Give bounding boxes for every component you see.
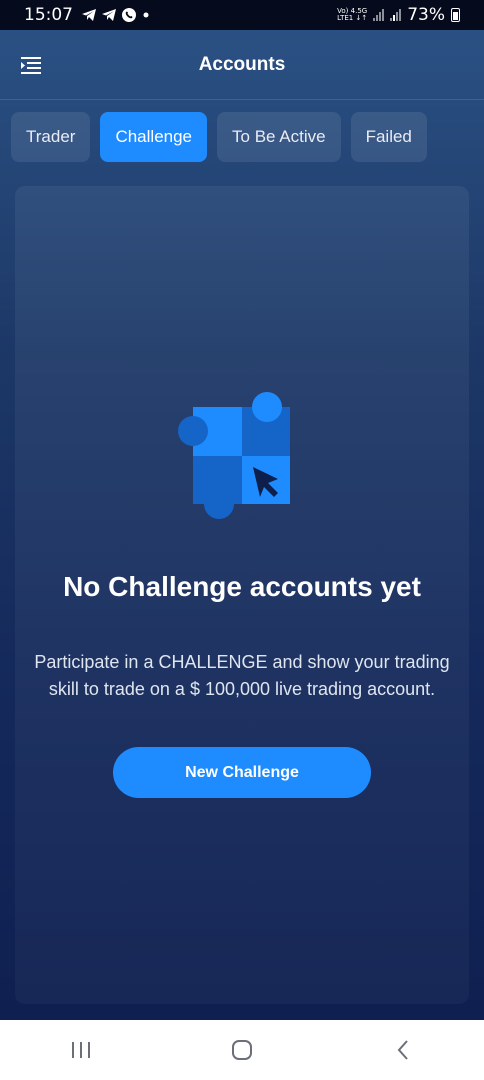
- viber-icon: [122, 8, 136, 22]
- telegram-icon: [102, 9, 116, 21]
- account-tabs: Trader Challenge To Be Active Failed: [11, 112, 427, 162]
- status-bar: 15:07 Vo) 4.5G LTE1 ↓↑ 73%: [0, 0, 484, 30]
- tab-trader[interactable]: Trader: [11, 112, 91, 162]
- status-right: Vo) 4.5G LTE1 ↓↑ 73%: [337, 5, 460, 25]
- home-button[interactable]: [212, 1030, 272, 1070]
- recent-apps-icon: [71, 1042, 90, 1058]
- page-title: Accounts: [198, 54, 286, 75]
- home-icon: [231, 1040, 252, 1060]
- signal-icon: [373, 9, 385, 21]
- telegram-icon: [82, 9, 96, 21]
- battery-icon: [451, 8, 460, 22]
- new-challenge-button[interactable]: New Challenge: [113, 747, 371, 798]
- tab-challenge[interactable]: Challenge: [100, 112, 208, 162]
- empty-state-description: Participate in a CHALLENGE and show your…: [34, 652, 450, 699]
- app-screen: 15:07 Vo) 4.5G LTE1 ↓↑ 73% Accounts Trad…: [0, 0, 484, 1020]
- battery-percent: 73%: [407, 5, 445, 25]
- notification-icons: [81, 7, 151, 23]
- system-nav-bar: [0, 1020, 484, 1080]
- network-indicator: Vo) 4.5G LTE1 ↓↑: [337, 7, 368, 22]
- notification-dot-icon: [143, 12, 149, 18]
- tab-to-be-active[interactable]: To Be Active: [217, 112, 341, 162]
- empty-state-title: No Challenge accounts yet: [63, 571, 421, 602]
- back-button[interactable]: [373, 1030, 433, 1070]
- status-time: 15:07: [24, 5, 73, 25]
- tab-failed[interactable]: Failed: [350, 112, 427, 162]
- recent-apps-button[interactable]: [51, 1030, 111, 1070]
- app-header: Accounts: [0, 30, 484, 100]
- back-icon: [397, 1040, 409, 1060]
- signal-icon: [390, 9, 402, 21]
- challenge-cursor-icon: [178, 392, 290, 519]
- empty-state-card: No Challenge accounts yet Participate in…: [15, 186, 469, 1004]
